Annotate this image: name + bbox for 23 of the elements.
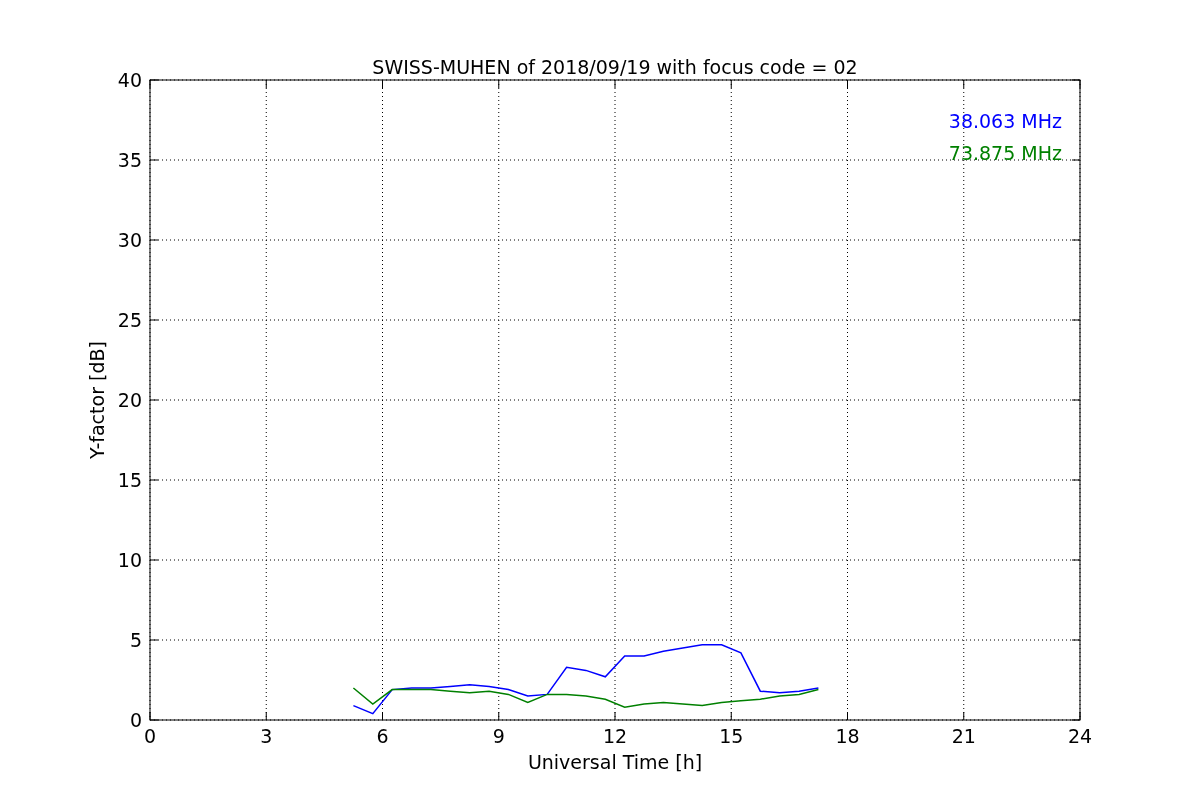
tick-label: 35 — [117, 149, 142, 171]
legend-label: 73.875 MHz — [948, 142, 1062, 164]
tick-label: 3 — [260, 725, 273, 747]
axis-label: Y-factor [dB] — [86, 341, 108, 459]
tick-label: 5 — [129, 629, 142, 651]
legend-label: 38.063 MHz — [948, 110, 1062, 132]
tick-label: 40 — [117, 69, 142, 91]
tick-label: 21 — [951, 725, 976, 747]
tick-label: 20 — [117, 389, 142, 411]
tick-label: 10 — [117, 549, 142, 571]
tick-label: 15 — [117, 469, 142, 491]
tick-label: 12 — [602, 725, 628, 747]
tick-label: 25 — [117, 309, 142, 331]
tick-label: 24 — [1067, 725, 1093, 747]
axis-label: Universal Time [h] — [527, 751, 703, 773]
tick-label: 0 — [129, 709, 142, 731]
tick-label: 30 — [117, 229, 142, 251]
tick-label: 0 — [143, 725, 157, 747]
chart-title: SWISS-MUHEN of 2018/09/19 with focus code = 02 — [372, 56, 858, 78]
tick-label: 6 — [376, 725, 389, 747]
tick-label: 15 — [719, 725, 744, 747]
tick-label: 18 — [835, 725, 860, 747]
tick-label: 9 — [492, 725, 505, 747]
